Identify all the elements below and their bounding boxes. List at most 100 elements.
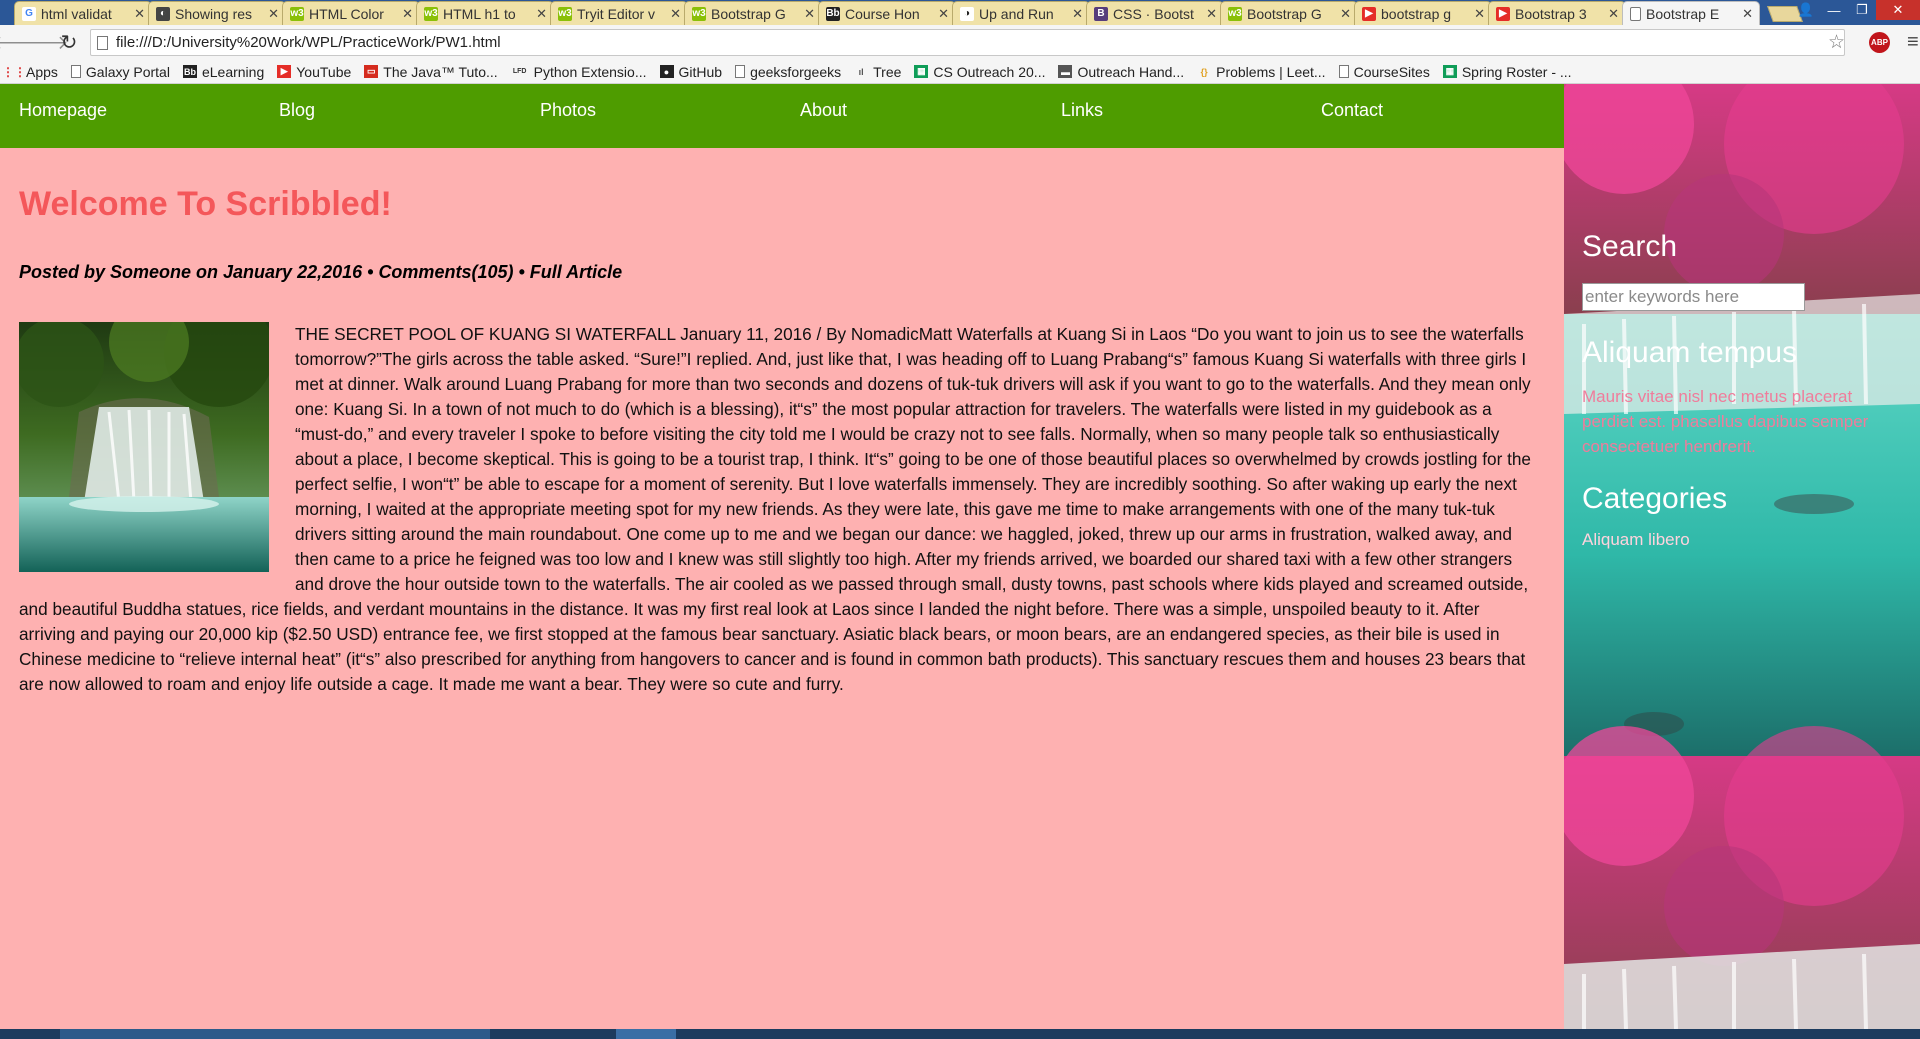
browser-tabstrip: Ghtml validat ✕ ◐ Showing res ✕ w3 HTML Color ✕…: [0, 0, 1920, 25]
minimize-button[interactable]: —: [1820, 0, 1848, 20]
restore-button[interactable]: ❐: [1848, 0, 1876, 20]
browser-tab[interactable]: ◑ Up and Run ✕: [952, 1, 1090, 25]
browser-tab[interactable]: Bootstrap E ✕: [1622, 1, 1760, 25]
search-input[interactable]: [1582, 283, 1805, 311]
bookmark-label: The Java™ Tuto...: [383, 63, 498, 80]
aliquam-text: Mauris vitae nisl nec metus placerat per…: [1582, 387, 1869, 456]
tab-title: HTML Color: [309, 5, 384, 22]
bookmark-label: Outreach Hand...: [1077, 63, 1185, 80]
browser-tab[interactable]: w3 Tryit Editor v ✕: [550, 1, 688, 25]
google-icon: G: [22, 6, 36, 21]
close-tab-icon[interactable]: ✕: [134, 6, 145, 22]
close-tab-icon[interactable]: ✕: [1474, 6, 1485, 22]
bookmark-item[interactable]: {} Problems | Leet...: [1197, 64, 1326, 80]
blackboard-icon: Bb: [182, 65, 197, 78]
browser-tab[interactable]: ◐ Showing res ✕: [148, 1, 286, 25]
bookmark-label: geeksforgeeks: [750, 63, 842, 80]
bookmark-star-icon[interactable]: ☆: [1828, 31, 1845, 54]
tab-title: Course Hon: [845, 5, 920, 22]
search-heading: Search: [1582, 230, 1678, 263]
browser-tab[interactable]: w3 HTML Color ✕: [282, 1, 420, 25]
close-tab-icon[interactable]: ✕: [402, 6, 413, 22]
slides-icon: ▬: [1058, 65, 1073, 78]
close-tab-icon[interactable]: ✕: [536, 6, 547, 22]
close-tab-icon[interactable]: ✕: [938, 6, 949, 22]
tab-title: Bootstrap G: [1247, 5, 1322, 22]
top-navigation: Homepage Blog Photos About Links Contact: [0, 84, 1564, 148]
close-window-button[interactable]: ✕: [1876, 0, 1920, 20]
close-tab-icon[interactable]: ✕: [1608, 6, 1619, 22]
bookmark-item[interactable]: ▭ The Java™ Tuto...: [364, 63, 498, 80]
browser-tab[interactable]: w3 Bootstrap G ✕: [684, 1, 822, 25]
bookmark-item[interactable]: Bb eLearning: [182, 64, 264, 80]
nav-link-contact[interactable]: Contact: [1321, 100, 1383, 121]
main-content: Homepage Blog Photos About Links Contact Welc…: [0, 84, 1564, 1029]
bookmark-item[interactable]: ıl Tree: [854, 64, 902, 80]
close-tab-icon[interactable]: ✕: [1340, 6, 1351, 22]
forward-button[interactable]: 🡒: [18, 30, 69, 56]
adblock-icon[interactable]: ABP: [1869, 32, 1890, 53]
profile-icon[interactable]: 👤: [1792, 0, 1820, 20]
browser-tab[interactable]: Ghtml validat ✕: [14, 1, 152, 25]
bookmark-item[interactable]: CourseSites: [1338, 64, 1430, 80]
web-page: Homepage Blog Photos About Links Contact Welc…: [0, 84, 1920, 1029]
bookmark-item[interactable]: ▬ Outreach Hand...: [1058, 64, 1184, 80]
url-text[interactable]: file:///D:/University%20Work/WPL/Practic…: [116, 34, 1844, 51]
close-tab-icon[interactable]: ✕: [268, 6, 279, 22]
page-icon: [70, 65, 81, 78]
taskbar: [0, 1029, 1920, 1039]
blackboard-icon: Bb: [826, 6, 840, 21]
sidebar-background-image: [1564, 84, 1920, 1029]
browser-tab[interactable]: w3 Bootstrap G ✕: [1220, 1, 1358, 25]
page-icon: [1338, 65, 1349, 78]
bookmark-item[interactable]: Galaxy Portal: [70, 63, 170, 80]
browser-tab[interactable]: w3 HTML h1 to ✕: [416, 1, 554, 25]
browser-tab[interactable]: Bb Course Hon ✕: [818, 1, 956, 25]
bookmark-label: Python Extensio...: [533, 63, 647, 80]
address-bar[interactable]: file:///D:/University%20Work/WPL/Practic…: [90, 29, 1845, 56]
youtube-icon: ▶: [1496, 6, 1510, 21]
nav-link-blog[interactable]: Blog: [279, 100, 315, 121]
w3schools-icon: w3: [1228, 6, 1242, 21]
tab-title: bootstrap g: [1381, 5, 1452, 22]
github-icon: ●: [659, 65, 674, 78]
bookmark-item[interactable]: ⋮⋮ Apps: [2, 64, 58, 80]
nav-link-homepage[interactable]: Homepage: [19, 100, 107, 121]
close-tab-icon[interactable]: ✕: [1742, 6, 1753, 22]
bookmark-label: Galaxy Portal: [85, 63, 170, 80]
bookmark-item[interactable]: LFD Python Extensio...: [511, 64, 647, 80]
reload-button[interactable]: ↻: [56, 30, 82, 56]
bookmark-label: CS Outreach 20...: [933, 63, 1046, 80]
bookmark-item[interactable]: ▦ Spring Roster - ...: [1442, 64, 1572, 80]
menu-icon[interactable]: ≡: [1907, 31, 1919, 54]
w3schools-icon: w3: [290, 6, 304, 21]
tab-title: Bootstrap G: [711, 5, 786, 22]
categories-heading: Categories: [1582, 482, 1728, 515]
bookmark-item[interactable]: ● GitHub: [659, 64, 722, 80]
close-tab-icon[interactable]: ✕: [1206, 6, 1217, 22]
taskbar-item[interactable]: [616, 1029, 676, 1039]
bookmark-item[interactable]: ▶ YouTube: [277, 64, 351, 80]
w3schools-icon: w3: [558, 6, 572, 21]
window-controls: 👤 — ❐ ✕: [1792, 0, 1920, 20]
w3schools-icon: w3: [424, 6, 438, 21]
category-link[interactable]: Aliquam libero: [1582, 530, 1690, 550]
oracle-icon: ▭: [364, 65, 379, 78]
browser-tab[interactable]: ▶ bootstrap g ✕: [1354, 1, 1492, 25]
close-tab-icon[interactable]: ✕: [670, 6, 681, 22]
browser-tab[interactable]: B CSS · Bootst ✕: [1086, 1, 1224, 25]
w3schools-icon: w3: [692, 6, 706, 21]
article-body: THE SECRET POOL OF KUANG SI WATERFALL Ja…: [19, 322, 1531, 697]
browser-tab[interactable]: ▶ Bootstrap 3 ✕: [1488, 1, 1626, 25]
bookmark-item[interactable]: geeksforgeeks: [735, 64, 841, 80]
close-tab-icon[interactable]: ✕: [804, 6, 815, 22]
tree-icon: ıl: [858, 66, 864, 77]
close-tab-icon[interactable]: ✕: [1072, 6, 1083, 22]
taskbar-item[interactable]: [60, 1029, 490, 1039]
bookmark-item[interactable]: ▦ CS Outreach 20...: [914, 64, 1045, 80]
nav-link-links[interactable]: Links: [1061, 100, 1103, 121]
nav-link-about[interactable]: About: [800, 100, 847, 121]
github-icon: ◐: [156, 6, 170, 21]
nav-link-photos[interactable]: Photos: [540, 100, 596, 121]
browser-toolbar: 🡐 🡒 ↻ file:///D:/University%20Work/WPL/P…: [0, 25, 1920, 60]
